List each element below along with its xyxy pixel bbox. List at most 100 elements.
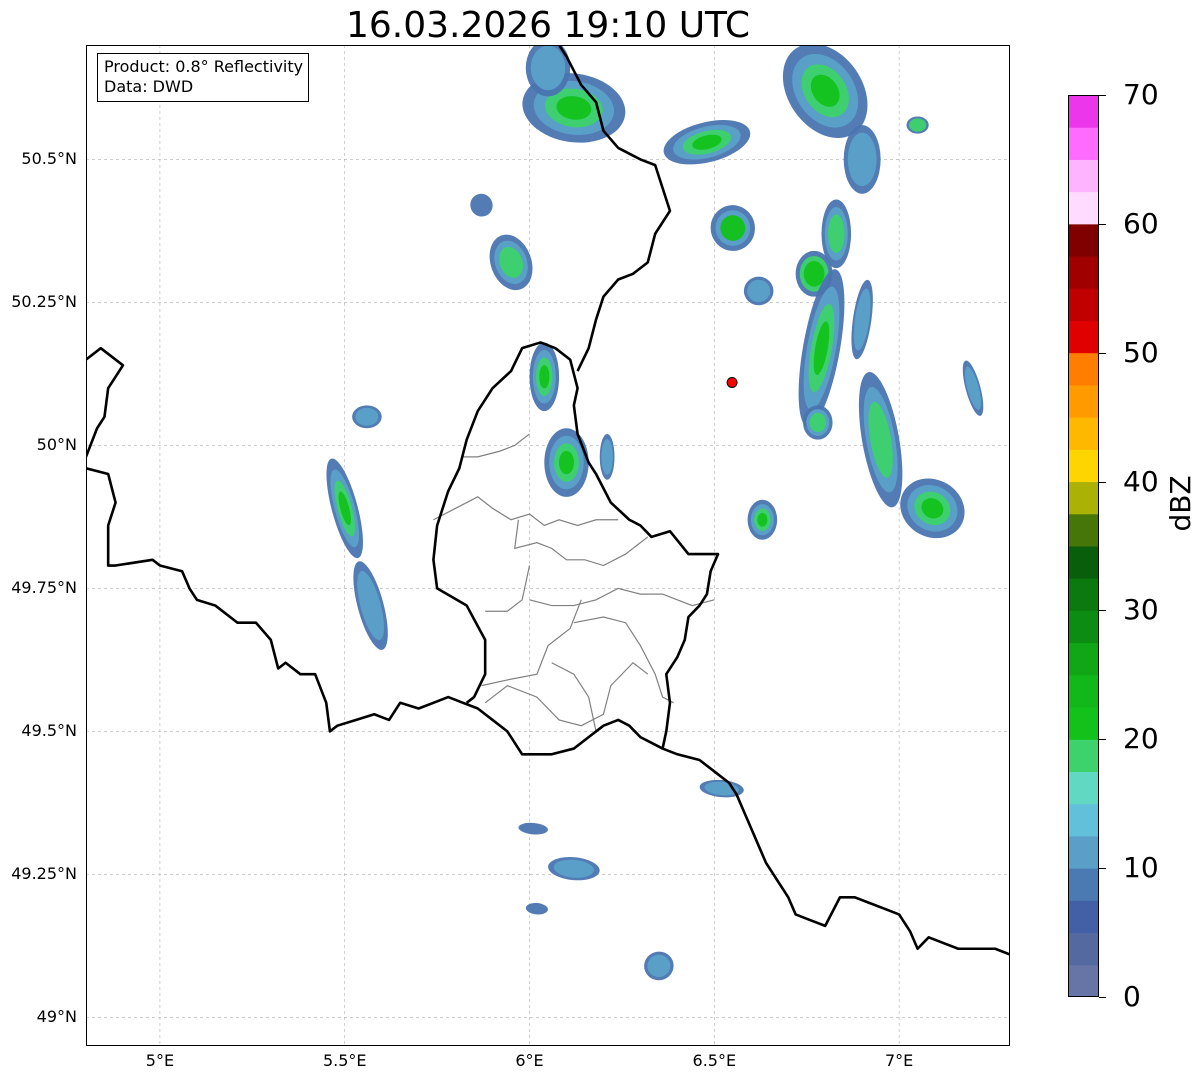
echo-layer — [558, 450, 575, 475]
echo-cell — [470, 193, 493, 217]
echo-layer — [847, 132, 877, 187]
echo-cell — [548, 857, 600, 881]
colorbar-segment — [1068, 384, 1099, 418]
lat-label: 49.25°N — [11, 864, 77, 884]
echo-cell — [843, 125, 881, 194]
country-border — [86, 346, 125, 458]
colorbar-tick-label: 70 — [1123, 78, 1159, 111]
colorbar-tick-label: 10 — [1123, 851, 1159, 885]
info-data-source: Data: DWD — [104, 77, 194, 96]
colorbar-segment — [1068, 578, 1099, 611]
echo-cell — [518, 822, 548, 835]
country-border — [432, 341, 720, 749]
echo-layer — [803, 260, 825, 287]
colorbar-segment — [1068, 191, 1099, 225]
radar-map-canvas[interactable] — [86, 45, 1010, 1046]
echo-layer — [470, 193, 493, 217]
colorbar-tick-label: 60 — [1123, 206, 1159, 240]
echo-layer — [828, 214, 845, 253]
colorbar-tick-label: 0 — [1123, 980, 1141, 1013]
lon-label: 5°E — [145, 1051, 175, 1070]
echo-cell — [599, 433, 615, 480]
colorbar-segment — [1068, 771, 1099, 805]
district-boundary — [484, 661, 649, 727]
echo-layer — [539, 365, 550, 389]
colorbar-tick-mark — [1099, 610, 1106, 612]
echo-cell — [798, 269, 845, 428]
colorbar-tick-label: 30 — [1123, 593, 1159, 627]
colorbar-tick-mark — [1099, 352, 1106, 354]
colorbar-segment — [1068, 513, 1099, 547]
colorbar-tick-label: 50 — [1123, 335, 1159, 369]
colorbar — [1068, 95, 1099, 997]
colorbar-segment — [1068, 707, 1099, 740]
colorbar-tick-mark — [1099, 997, 1106, 998]
echo-layer — [530, 45, 566, 91]
echo-cell — [529, 342, 560, 412]
lat-label: 49.75°N — [11, 578, 77, 598]
colorbar-segment — [1068, 932, 1099, 966]
echo-layer — [757, 512, 768, 527]
echo-cell — [663, 120, 751, 165]
echo-cell — [525, 902, 548, 915]
district-boundary — [573, 616, 674, 704]
colorbar-segment — [1068, 481, 1099, 515]
colorbar-segment — [1068, 835, 1099, 869]
colorbar-segment — [1068, 642, 1099, 676]
echo-layer — [518, 822, 548, 835]
echo-layer — [809, 412, 827, 433]
colorbar-segment — [1068, 803, 1099, 837]
lat-label: 49°N — [36, 1007, 77, 1027]
lon-label: 6.5°E — [692, 1051, 737, 1070]
colorbar-segment — [1068, 320, 1099, 354]
echo-layer — [601, 438, 613, 475]
district-boundary — [481, 599, 582, 687]
colorbar-tick-mark — [1099, 95, 1106, 96]
colorbar-segment — [1068, 288, 1099, 321]
colorbar-tick-label: 20 — [1123, 722, 1159, 756]
echo-cell — [544, 428, 589, 497]
colorbar-segment — [1068, 127, 1099, 160]
echo-layer — [525, 902, 548, 915]
colorbar-tick-mark — [1099, 868, 1106, 870]
echo-cell — [352, 405, 382, 429]
colorbar-segment — [1068, 546, 1099, 579]
echo-cell — [803, 405, 833, 440]
echo-layer — [355, 407, 379, 426]
info-product: Product: 0.8° Reflectivity — [104, 57, 304, 76]
echo-cell — [489, 234, 533, 291]
colorbar-tick-mark — [1099, 223, 1106, 225]
lon-label: 7°E — [884, 1051, 914, 1070]
echo-cell — [353, 561, 388, 650]
map-frame-border — [86, 45, 1010, 1046]
map-title: 16.03.2026 19:10 UTC — [345, 5, 751, 46]
info-box: Product: 0.8° Reflectivity Data: DWD — [97, 53, 310, 102]
echo-cell — [710, 205, 755, 251]
colorbar-segment — [1068, 256, 1099, 289]
echo-cell — [851, 279, 873, 360]
lat-label: 50°N — [36, 435, 77, 455]
colorbar-segment — [1068, 900, 1099, 934]
colorbar-segment — [1068, 964, 1099, 997]
radar-map[interactable] — [86, 45, 1010, 1046]
reflectivity-echoes — [326, 45, 984, 981]
colorbar-segment — [1068, 417, 1099, 450]
echo-layer — [908, 118, 927, 132]
district-boundary — [529, 587, 715, 607]
echo-cell — [906, 116, 929, 134]
echo-cell — [747, 499, 778, 540]
radar-site-layer — [726, 376, 738, 388]
colorbar-segment — [1068, 352, 1099, 386]
gridlines — [86, 45, 1010, 1046]
lat-label: 50.5°N — [21, 149, 77, 169]
radar-site-marker[interactable] — [726, 376, 738, 388]
colorbar-segment — [1068, 868, 1099, 901]
colorbar-tick-mark — [1099, 481, 1106, 483]
lat-label: 50.25°N — [11, 292, 77, 312]
colorbar-segment — [1068, 674, 1099, 708]
colorbar-segment — [1068, 610, 1099, 644]
district-boundary — [433, 496, 619, 527]
district-boundary — [514, 519, 649, 567]
echo-cell — [858, 372, 903, 508]
lon-label: 6°E — [515, 1051, 544, 1070]
